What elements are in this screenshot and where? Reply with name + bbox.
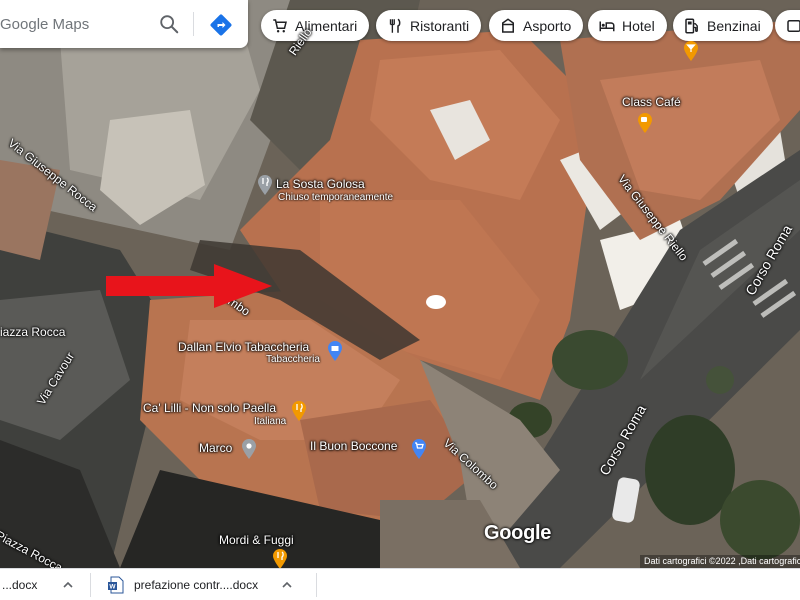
google-logo: Google [484, 522, 552, 544]
word-doc-icon: W [108, 576, 124, 594]
download-filename[interactable]: prefazione contr....docx [134, 578, 258, 592]
place-label-ca-lilli[interactable]: Ca' Lilli - Non solo Paella [143, 401, 276, 415]
directions-icon[interactable] [209, 13, 233, 37]
screen: Google Maps Alimentari Ristoranti Asport… [0, 0, 800, 600]
place-label-la-sosta[interactable]: La Sosta Golosa [276, 177, 365, 191]
bed-icon [599, 21, 615, 31]
download-divider [316, 573, 317, 597]
more-chip-icon [787, 19, 800, 32]
svg-text:W: W [109, 584, 116, 591]
grocery-pin-icon[interactable] [410, 438, 428, 460]
search-icon[interactable] [158, 13, 180, 35]
map-attribution[interactable]: Dati cartografici ©2022 ,Dati cartografi… [640, 555, 800, 568]
chip-more[interactable] [775, 10, 800, 41]
chevron-up-icon[interactable] [280, 578, 294, 592]
download-bar: ...docx W prefazione contr....docx [0, 568, 800, 600]
cafe-pin-icon[interactable] [636, 112, 654, 134]
search-input[interactable]: Google Maps [0, 16, 89, 33]
download-item[interactable]: ...docx [2, 575, 75, 595]
search-divider [193, 12, 194, 36]
restaurant-pin-icon[interactable] [290, 400, 308, 422]
satellite-map[interactable]: Google Maps Alimentari Ristoranti Asport… [0, 0, 800, 568]
chevron-up-icon[interactable] [61, 578, 75, 592]
chip-ristoranti[interactable]: Ristoranti [376, 10, 482, 41]
place-status: Chiuso temporaneamente [278, 192, 394, 203]
chip-benzinai[interactable]: Benzinai [673, 10, 773, 41]
chip-label: Ristoranti [410, 17, 470, 34]
fork-knife-icon [389, 18, 401, 33]
chip-hotel[interactable]: Hotel [588, 10, 667, 41]
gas-pump-icon [685, 18, 698, 33]
chip-label: Asporto [523, 17, 572, 34]
chip-alimentari[interactable]: Alimentari [261, 10, 370, 41]
download-item[interactable]: W prefazione contr....docx [108, 575, 294, 595]
place-label-class-cafe[interactable]: Class Café [622, 95, 681, 109]
chip-label: Hotel [622, 17, 655, 34]
bar-pin-icon[interactable] [682, 40, 700, 62]
street-label: iazza Rocca [0, 325, 66, 339]
download-filename[interactable]: ...docx [2, 578, 37, 592]
place-type: Tabaccheria [266, 354, 320, 365]
place-label-marco[interactable]: Marco [199, 441, 232, 455]
restaurant-pin-icon[interactable] [256, 174, 274, 196]
restaurant-pin-icon[interactable] [271, 548, 289, 568]
chip-asporto[interactable]: Asporto [489, 10, 584, 41]
cart-icon [273, 18, 287, 32]
chip-label: Benzinai [707, 17, 761, 34]
place-label-buon-boccone[interactable]: Il Buon Boccone [310, 439, 397, 453]
red-arrow-annotation [106, 264, 272, 308]
place-pin-icon[interactable] [240, 438, 258, 460]
place-label-mordi-fuggi[interactable]: Mordi & Fuggi [219, 533, 294, 547]
takeout-icon [502, 17, 514, 33]
search-box[interactable]: Google Maps [0, 0, 248, 48]
place-type: Italiana [254, 416, 287, 427]
place-label-dallan[interactable]: Dallan Elvio Tabaccheria [178, 340, 309, 354]
shop-pin-icon[interactable] [326, 340, 344, 362]
download-divider [90, 573, 91, 597]
